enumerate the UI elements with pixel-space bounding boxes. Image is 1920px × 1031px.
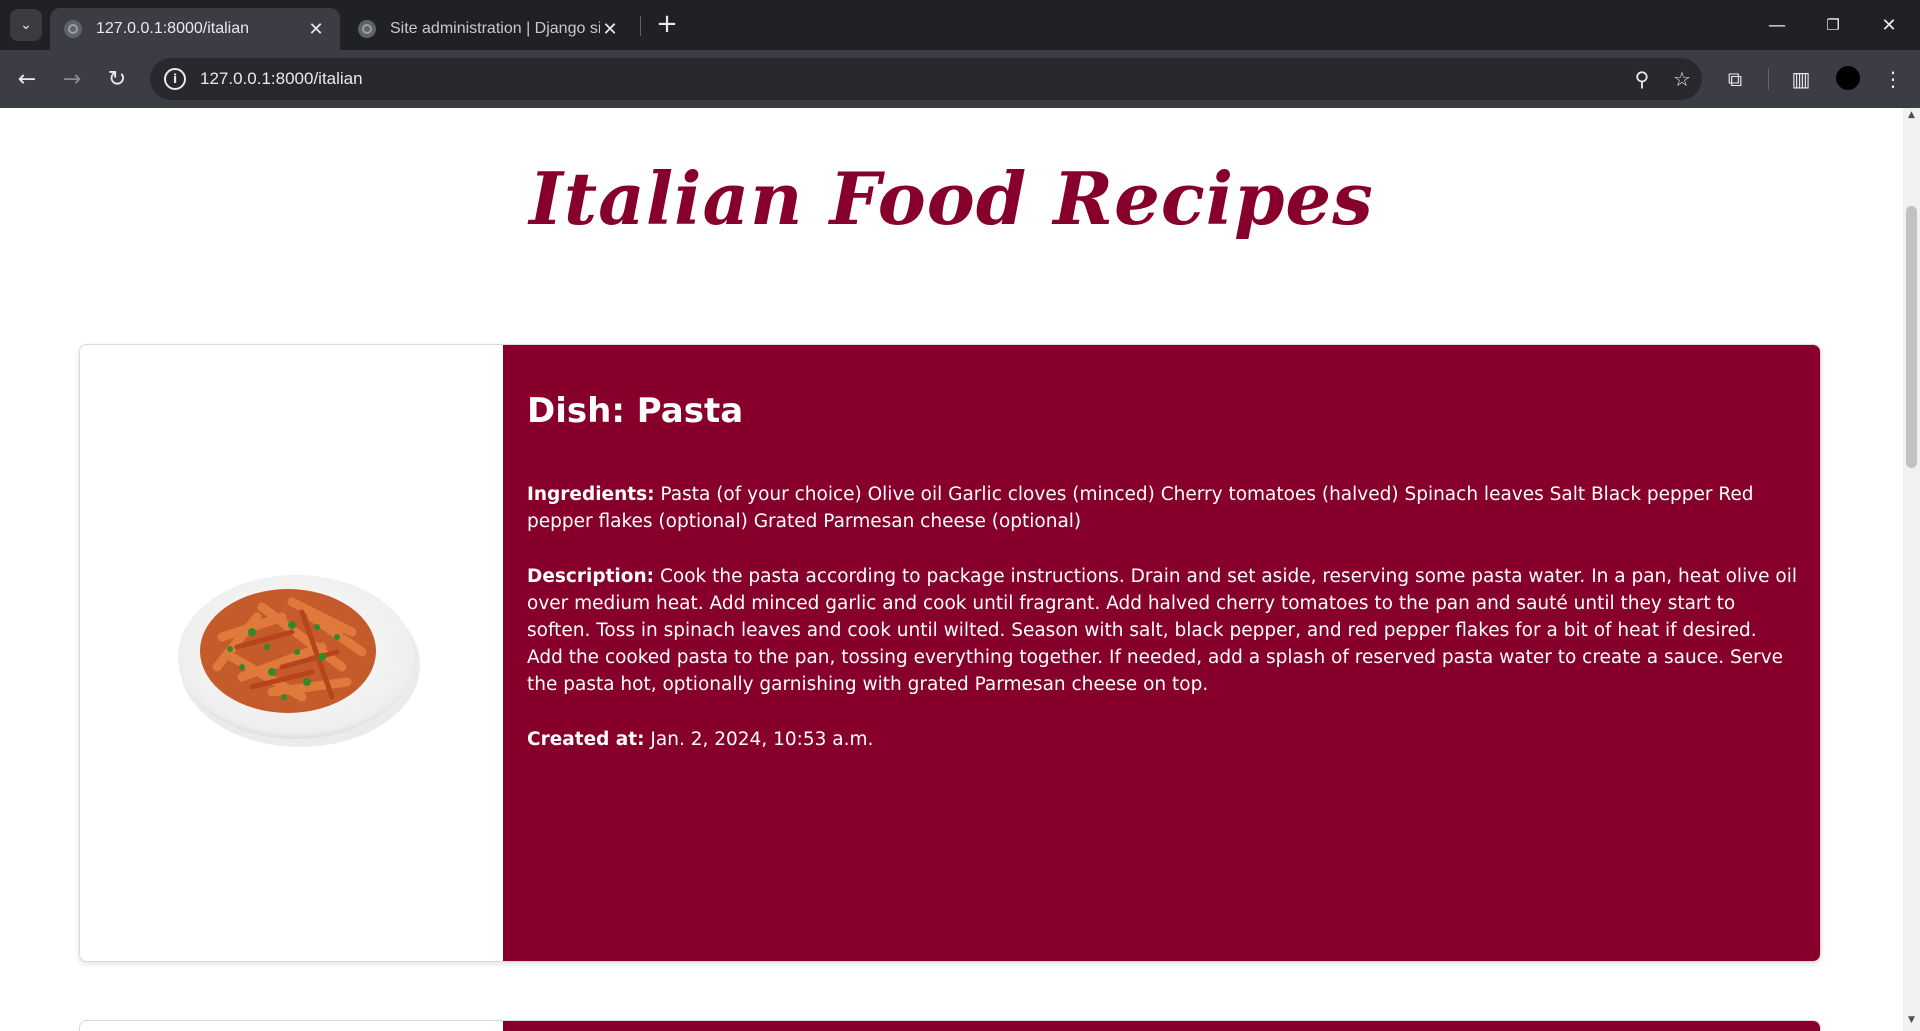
extensions-puzzle-icon[interactable]: ⧉ bbox=[1718, 62, 1752, 96]
recipe-card: Dish: Pasta Ingredients: Pasta (of your … bbox=[79, 344, 1821, 962]
ingredients-text: Pasta (of your choice) Olive oil Garlic … bbox=[527, 484, 1754, 532]
site-info-icon[interactable]: i bbox=[164, 68, 186, 90]
profile-avatar[interactable] bbox=[1836, 66, 1860, 90]
pasta-dish-image bbox=[178, 575, 420, 747]
description-label: Description: bbox=[527, 566, 655, 587]
scroll-up-arrow-icon[interactable]: ▲ bbox=[1903, 110, 1920, 124]
dish-label: Dish: bbox=[527, 391, 625, 431]
globe-icon bbox=[358, 20, 376, 38]
new-tab-plus-icon[interactable]: + bbox=[652, 10, 682, 40]
created-paragraph: Created at: Jan. 2, 2024, 10:53 a.m. bbox=[527, 726, 1798, 753]
created-label: Created at: bbox=[527, 729, 645, 750]
recipe-details: Dish: Pasta Ingredients: Pasta (of your … bbox=[503, 345, 1820, 961]
close-tab-icon[interactable]: ✕ bbox=[306, 19, 326, 40]
browser-tab-bar: ⌄ 127.0.0.1:8000/italian ✕ Site administ… bbox=[0, 0, 1920, 50]
minimize-window-icon[interactable]: — bbox=[1754, 0, 1800, 50]
page-viewport: Italian Food Recipes Dish: Pasta Ingredi… bbox=[0, 108, 1903, 1031]
close-window-icon[interactable]: ✕ bbox=[1866, 0, 1912, 50]
ingredients-label: Ingredients: bbox=[527, 484, 655, 505]
bookmark-star-icon[interactable]: ☆ bbox=[1662, 58, 1702, 100]
globe-icon bbox=[64, 20, 82, 38]
more-menu-icon[interactable]: ⋮ bbox=[1876, 62, 1910, 96]
ingredients-paragraph: Ingredients: Pasta (of your choice) Oliv… bbox=[527, 481, 1798, 535]
address-url[interactable]: 127.0.0.1:8000/italian bbox=[200, 69, 1622, 89]
scroll-down-arrow-icon[interactable]: ▼ bbox=[1903, 1015, 1920, 1029]
back-arrow-icon[interactable]: ← bbox=[10, 62, 44, 96]
dish-heading: Dish: Pasta bbox=[527, 391, 1798, 431]
side-panel-icon[interactable]: ▥ bbox=[1784, 62, 1818, 96]
close-tab-icon[interactable]: ✕ bbox=[600, 19, 620, 40]
address-bar[interactable]: i 127.0.0.1:8000/italian ⚲ ☆ bbox=[150, 58, 1702, 100]
toolbar-divider bbox=[1768, 68, 1769, 90]
recipe-card-next bbox=[79, 1020, 1821, 1031]
tab-title: Site administration | Django site bbox=[390, 20, 600, 37]
page-scrollbar[interactable]: ▲ ▼ bbox=[1903, 108, 1920, 1031]
recipe-image-panel bbox=[80, 345, 503, 961]
created-date: Jan. 2, 2024, 10:53 a.m. bbox=[650, 729, 874, 750]
recipe-details-next bbox=[503, 1021, 1820, 1031]
tab-search-chevron-icon[interactable]: ⌄ bbox=[10, 9, 42, 41]
tab-italian[interactable]: 127.0.0.1:8000/italian ✕ bbox=[50, 8, 340, 50]
description-text: Cook the pasta according to package inst… bbox=[527, 566, 1798, 695]
tab-divider bbox=[640, 16, 641, 36]
tab-django-admin[interactable]: Site administration | Django site ✕ bbox=[344, 8, 634, 50]
dish-name: Pasta bbox=[636, 391, 744, 431]
tab-title: 127.0.0.1:8000/italian bbox=[96, 20, 250, 37]
scrollbar-thumb[interactable] bbox=[1906, 206, 1917, 468]
browser-toolbar: ← → ↻ i 127.0.0.1:8000/italian ⚲ ☆ ⧉ ▥ ⋮ bbox=[0, 50, 1920, 108]
zoom-magnifier-icon[interactable]: ⚲ bbox=[1622, 58, 1662, 100]
page-title: Italian Food Recipes bbox=[529, 156, 1374, 241]
description-paragraph: Description: Cook the pasta according to… bbox=[527, 563, 1798, 698]
forward-arrow-icon[interactable]: → bbox=[55, 62, 89, 96]
reload-icon[interactable]: ↻ bbox=[100, 62, 134, 96]
restore-window-icon[interactable]: ❐ bbox=[1810, 0, 1856, 50]
